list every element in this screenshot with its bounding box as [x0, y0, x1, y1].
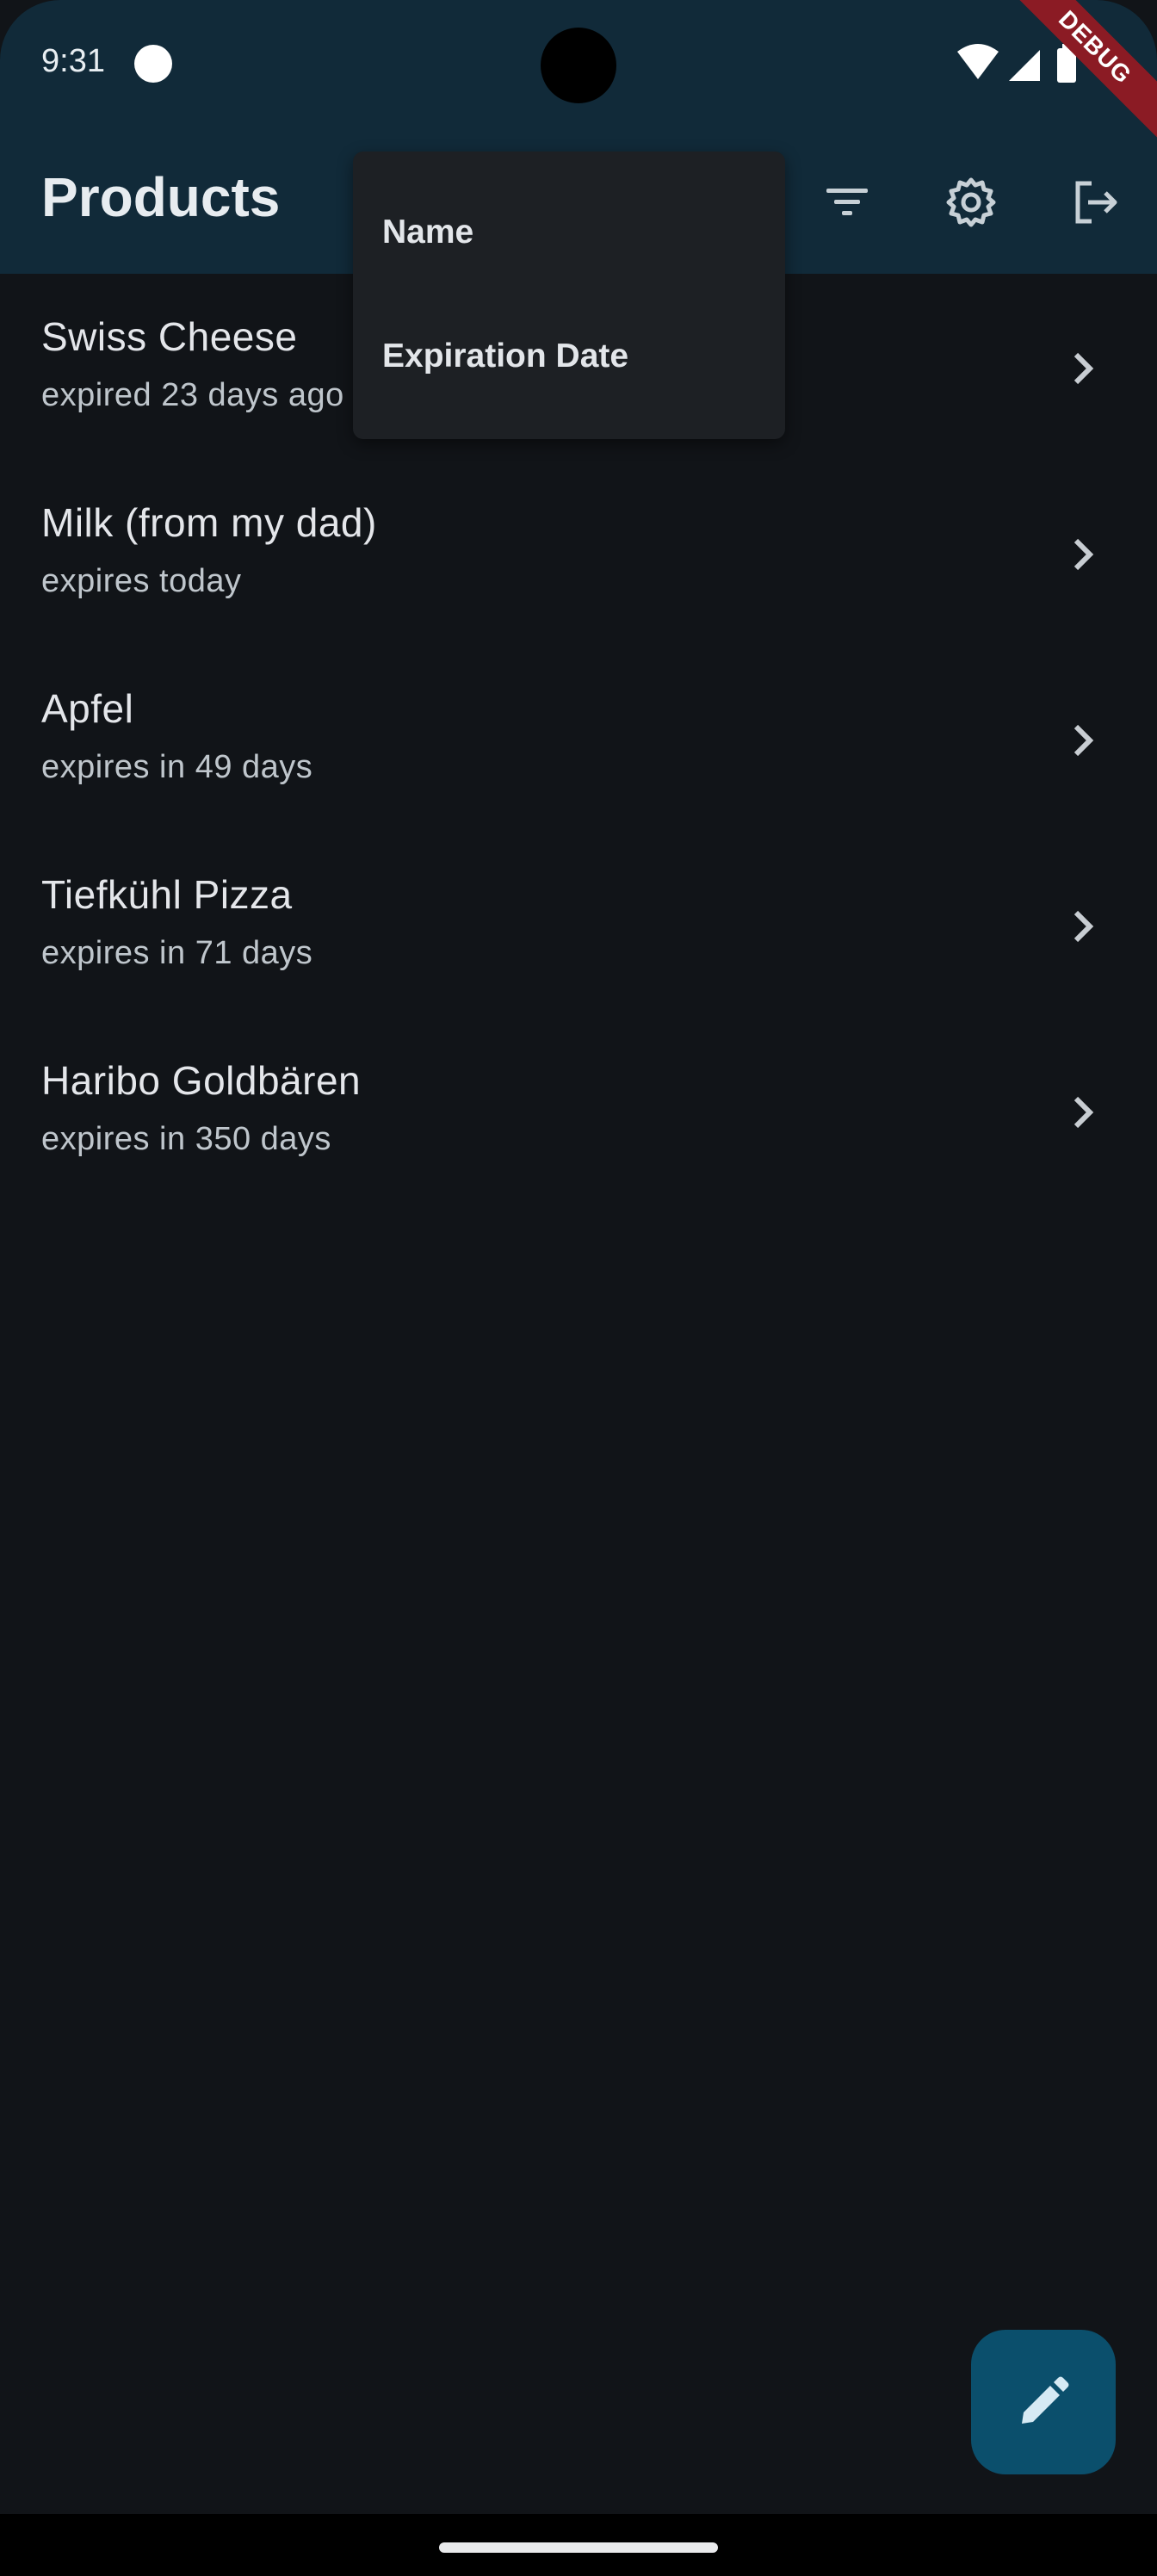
notification-dot-icon	[134, 45, 172, 83]
product-name: Milk (from my dad)	[41, 500, 377, 545]
chevron-right-icon	[1073, 910, 1094, 943]
menu-item-label: Expiration Date	[382, 337, 629, 375]
product-expiration: expires in 71 days	[41, 935, 313, 971]
list-item[interactable]: Apfel expires in 49 days	[0, 646, 1157, 832]
logout-icon[interactable]	[1061, 168, 1129, 237]
screen: 9:31 DEBUG Products Swiss Cheese expired…	[0, 0, 1157, 2576]
product-expiration: expires in 49 days	[41, 749, 313, 785]
signal-icon	[1009, 50, 1040, 81]
sort-by-expiration-menu-item[interactable]: Expiration Date	[353, 296, 785, 420]
product-name: Tiefkühl Pizza	[41, 872, 293, 917]
product-expiration: expires today	[41, 563, 242, 599]
product-name: Haribo Goldbären	[41, 1058, 362, 1103]
edit-icon	[1022, 2376, 1069, 2424]
camera-cutout	[541, 28, 616, 103]
wifi-icon	[957, 44, 999, 79]
edit-fab-button[interactable]	[971, 2330, 1116, 2474]
status-time: 9:31	[41, 43, 105, 79]
chevron-right-icon	[1073, 538, 1094, 571]
chevron-right-icon	[1073, 724, 1094, 757]
product-expiration: expired 23 days ago	[41, 377, 344, 413]
list-item[interactable]: Milk (from my dad) expires today	[0, 460, 1157, 646]
filter-icon[interactable]	[813, 168, 882, 237]
list-item[interactable]: Haribo Goldbären expires in 350 days	[0, 1018, 1157, 1204]
page-title: Products	[41, 166, 281, 228]
sort-menu: Name Expiration Date	[353, 152, 785, 439]
product-name: Apfel	[41, 686, 134, 731]
product-expiration: expires in 350 days	[41, 1121, 331, 1157]
chevron-right-icon	[1073, 1096, 1094, 1129]
home-gesture-handle[interactable]	[439, 2542, 718, 2553]
list-item[interactable]: Tiefkühl Pizza expires in 71 days	[0, 832, 1157, 1018]
chevron-right-icon	[1073, 352, 1094, 385]
gear-icon[interactable]	[937, 168, 1005, 237]
product-name: Swiss Cheese	[41, 314, 298, 359]
menu-item-label: Name	[382, 214, 474, 251]
sort-by-name-menu-item[interactable]: Name	[353, 172, 785, 296]
